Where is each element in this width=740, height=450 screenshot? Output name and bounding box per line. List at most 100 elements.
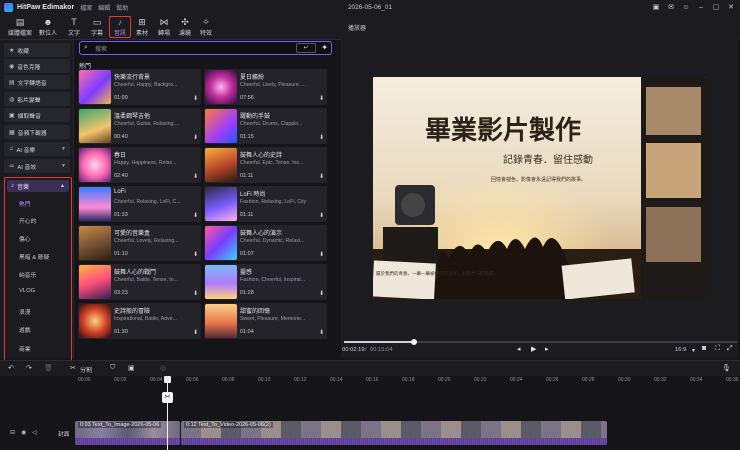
lock-icon[interactable]: ⊟ <box>10 429 15 436</box>
mute-icon[interactable]: ◁ <box>32 429 37 436</box>
download-icon[interactable]: ⬇ <box>319 329 324 336</box>
track-thumbnail[interactable] <box>79 70 111 104</box>
track-thumbnail[interactable] <box>79 148 111 182</box>
track-thumbnail[interactable] <box>205 265 237 299</box>
track-thumbnail[interactable] <box>205 304 237 338</box>
aspect-ratio-select[interactable]: 16:9 <box>675 347 686 353</box>
menu-edit[interactable]: 編輯 <box>98 3 110 12</box>
download-icon[interactable]: ⬇ <box>193 134 198 141</box>
track-thumbnail[interactable] <box>79 265 111 299</box>
upgrade-icon[interactable]: ☺ <box>681 2 691 12</box>
track-card[interactable]: 可愛的音樂盒 Cheerful, Lovely, Relaxing... 01:10… <box>78 225 201 261</box>
download-icon[interactable]: ⬇ <box>193 329 198 336</box>
track-card[interactable]: 快樂流行背景 Cheerful, Happy, Backgro... 01:00 ⬇ <box>78 69 201 105</box>
feedback-icon[interactable]: ✉ <box>666 2 676 12</box>
shield-icon[interactable]: ⛉ <box>110 364 115 372</box>
scrubber-handle[interactable] <box>411 339 417 345</box>
music-sub-romantic[interactable]: 浪漫 <box>19 307 31 316</box>
sidebar-item-voice-clone[interactable]: ◉ 音色克隆 <box>4 59 70 73</box>
music-sub-happy[interactable]: 开心的 <box>19 216 36 225</box>
download-icon[interactable]: ⬇ <box>193 95 198 102</box>
download-icon[interactable]: ⬇ <box>193 290 198 297</box>
track-card[interactable]: LoFi 時尚 Fashion, Relaxing, LoFi, City 01:1… <box>204 186 327 222</box>
close-icon[interactable]: ✕ <box>726 2 736 12</box>
download-icon[interactable]: ⬇ <box>319 173 324 180</box>
minimize-icon[interactable]: – <box>696 2 706 12</box>
playhead[interactable] <box>167 376 168 450</box>
playhead-handle[interactable] <box>164 376 171 383</box>
track-card[interactable]: 鼓舞人心的演示 Cheerful, Dynamic, Relaxi... 01:07… <box>204 225 327 261</box>
playback-scrubber[interactable] <box>344 339 738 345</box>
music-sub-vlog[interactable]: VLOG <box>19 288 35 294</box>
sidebar-item-tts[interactable]: ▤ 文字轉語音 <box>4 75 70 89</box>
split-button[interactable]: 分割 <box>80 365 92 374</box>
tool-media[interactable]: ▤ 媒體檔案 <box>6 16 34 38</box>
music-sub-sad[interactable]: 傷心 <box>19 234 31 243</box>
track-card[interactable]: 靈感 Fashion, Cheerful, Inspirat... 01:28 ⬇ <box>204 264 327 300</box>
freeze-icon[interactable]: ◎ <box>160 364 166 372</box>
ai-sparkle-icon[interactable]: ✦ <box>321 43 328 52</box>
track-card[interactable]: 鼓舞人心的史詩 Cheerful, Epic, Tense, Ins... 01:1… <box>204 147 327 183</box>
text-template-icon[interactable]: ▣ <box>128 364 135 372</box>
next-frame-icon[interactable]: ▸ <box>545 345 549 353</box>
track-card[interactable]: 夏日繽紛 Cheerful, Lively, Pleasure, ... 07:56… <box>204 69 327 105</box>
tool-subtitle[interactable]: ▭ 字幕 <box>87 16 107 38</box>
sidebar-item-ai-sfx[interactable]: ♒ AI 音效 ▼ <box>4 159 70 173</box>
track-thumbnail[interactable] <box>79 226 111 260</box>
menu-help[interactable]: 幫助 <box>116 3 128 12</box>
maximize-icon[interactable]: ▢ <box>711 2 721 12</box>
scissors-icon[interactable]: ✂ <box>162 392 173 403</box>
track-thumbnail[interactable] <box>79 109 111 143</box>
sidebar-item-ai-music[interactable]: ♫ AI 音樂 ▼ <box>4 142 70 156</box>
track-thumbnail[interactable] <box>205 148 237 182</box>
track-thumbnail[interactable] <box>205 226 237 260</box>
delete-icon[interactable]: 🗑 <box>44 364 53 372</box>
tool-text[interactable]: T 文字 <box>64 16 84 38</box>
track-card[interactable]: 史詩般的冒險 Inspirational, Battle, Adve... 01:3… <box>78 303 201 339</box>
tool-avatar[interactable]: ☻ 數位人 <box>36 16 60 38</box>
tool-filter[interactable]: ✣ 濾鏡 <box>175 16 195 38</box>
sidebar-item-favorites[interactable]: ★ 收藏 <box>4 43 70 57</box>
track-thumbnail[interactable] <box>205 70 237 104</box>
track-thumbnail[interactable] <box>205 187 237 221</box>
track-card[interactable]: 溫柔鋼琴吉他 Cheerful, Guitar, Relaxing,... 00:4… <box>78 108 201 144</box>
tool-stickers[interactable]: ⊞ 素材 <box>132 16 152 38</box>
snapshot-icon[interactable]: ◙ <box>702 345 706 352</box>
download-icon[interactable]: ⬇ <box>193 212 198 219</box>
music-sub-game[interactable]: 遊戲 <box>19 325 31 334</box>
track-card[interactable]: 甜蜜的回憶 Sweet, Pleasure, Memorie... 01:04 ⬇ <box>204 303 327 339</box>
track-thumbnail[interactable] <box>79 187 111 221</box>
sidebar-item-extract[interactable]: ▣ 擷取聲音 <box>4 108 70 122</box>
search-box[interactable]: ⌕ 搜索 ↵ ✦ <box>79 41 332 55</box>
fullscreen-icon[interactable]: ⤢ <box>727 345 733 353</box>
microphone-icon[interactable]: 🎙 <box>722 364 731 372</box>
sidebar-item-voice-change[interactable]: ◍ 影片變聲 <box>4 92 70 106</box>
track-thumbnail[interactable] <box>79 304 111 338</box>
track-card[interactable]: 鼓舞人心的戰鬥 Cheerful, Battle, Tense, In... 03:… <box>78 264 201 300</box>
menu-file[interactable]: 檔案 <box>80 3 92 12</box>
tool-transition[interactable]: ⋈ 轉場 <box>154 16 174 38</box>
undo-icon[interactable]: ↶ <box>8 364 14 372</box>
music-sub-popular[interactable]: 熱門 <box>19 199 31 208</box>
account-icon[interactable]: ▣ <box>651 2 661 12</box>
sidebar-item-downloader[interactable]: ▦ 音頻下載器 <box>4 125 70 139</box>
download-icon[interactable]: ⬇ <box>193 251 198 258</box>
tool-effects[interactable]: ✧ 特效 <box>196 16 216 38</box>
download-icon[interactable]: ⬇ <box>319 95 324 102</box>
download-icon[interactable]: ⬇ <box>319 251 324 258</box>
tool-audio[interactable]: ♪ 音訊 <box>109 16 131 38</box>
redo-icon[interactable]: ↷ <box>26 364 32 372</box>
scissors-icon[interactable]: ✂ <box>70 364 76 372</box>
music-sub-instrumental[interactable]: 純音乐 <box>19 270 36 279</box>
enter-key-button[interactable]: ↵ <box>296 43 316 53</box>
music-sub-dark[interactable]: 黑暗 & 懸疑 <box>19 252 49 261</box>
play-icon[interactable]: ▶ <box>531 345 536 353</box>
track-card[interactable]: LoFi Cheerful, Relaxing, LoFi, C... 01:33 ⬇ <box>78 186 201 222</box>
timeline-clip[interactable]: 0:12 Text_To_Video-2026-05-06(2) <box>181 421 607 445</box>
sidebar-item-music[interactable]: ♪ 音樂 ▲ <box>7 180 69 192</box>
crop-icon[interactable]: ⛶ <box>715 345 720 353</box>
timeline-clip[interactable]: 0:03 Text_To_Image-2026-05-06 <box>75 421 180 445</box>
visibility-icon[interactable]: ◉ <box>21 429 26 436</box>
download-icon[interactable]: ⬇ <box>193 173 198 180</box>
download-icon[interactable]: ⬇ <box>319 134 324 141</box>
